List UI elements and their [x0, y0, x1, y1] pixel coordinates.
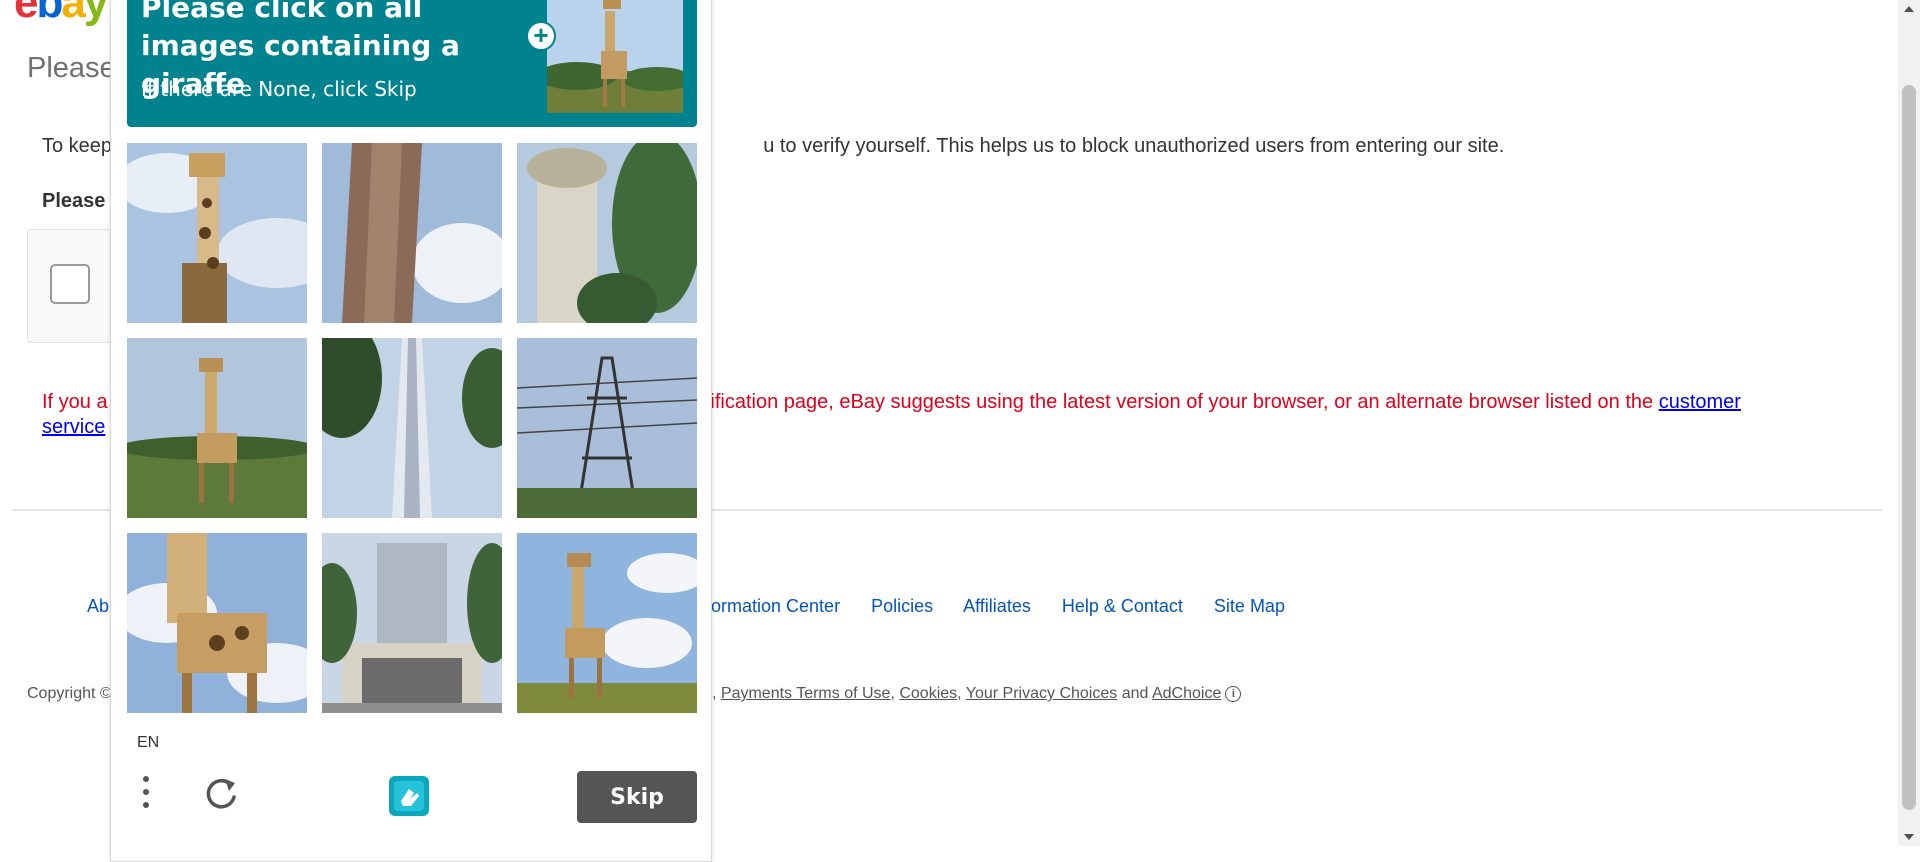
- payments-terms-link[interactable]: Payments Terms of Use: [721, 685, 891, 702]
- legal-comma: ,: [712, 685, 717, 702]
- challenge-subtext: If there are None, click Skip: [141, 77, 417, 101]
- ebay-logo[interactable]: ebay: [14, 0, 109, 28]
- adchoice-link[interactable]: AdChoice: [1152, 685, 1221, 702]
- image-tile[interactable]: [322, 533, 502, 713]
- verify-label: Please: [42, 190, 106, 212]
- image-tile[interactable]: [322, 143, 502, 323]
- image-tile[interactable]: [517, 338, 697, 518]
- image-tile[interactable]: [127, 338, 307, 518]
- scroll-thumb[interactable]: [1902, 85, 1916, 810]
- footer-link-sitemap[interactable]: Site Map: [1214, 596, 1285, 616]
- image-tile[interactable]: [127, 143, 307, 323]
- footer-link-info-center[interactable]: formation Center: [706, 596, 840, 616]
- image-tile[interactable]: [322, 338, 502, 518]
- customer-service-link-cont[interactable]: service: [42, 416, 105, 438]
- warning-text-right: erification page, eBay suggests using th…: [692, 391, 1659, 413]
- scroll-up-arrow-icon[interactable]: [1904, 6, 1914, 12]
- challenge-footer: Skip: [111, 771, 711, 851]
- logo-letter: a: [61, 0, 86, 27]
- intro-text-right: u to verify yourself. This helps us to b…: [763, 135, 1505, 157]
- copyright-text: Copyright ©: [27, 685, 112, 702]
- footer-link-policies[interactable]: Policies: [871, 596, 933, 616]
- legal-links: , Payments Terms of Use, Cookies, Your P…: [712, 685, 1242, 703]
- refresh-icon[interactable]: [201, 775, 241, 815]
- footer-link-affiliates[interactable]: Affiliates: [963, 596, 1031, 616]
- customer-service-link[interactable]: customer: [1659, 391, 1741, 413]
- image-tile[interactable]: [517, 533, 697, 713]
- page-title: Please: [27, 52, 116, 84]
- image-tile[interactable]: [127, 533, 307, 713]
- warning-text-left: If you a: [42, 391, 108, 413]
- captcha-checkbox[interactable]: [50, 264, 90, 304]
- image-tile[interactable]: [517, 143, 697, 323]
- footer-nav-right: formation Center Policies Affiliates Hel…: [706, 596, 1311, 617]
- logo-letter: y: [83, 0, 109, 27]
- legal-and: and: [1121, 685, 1149, 702]
- page-scrollbar[interactable]: [1898, 0, 1920, 846]
- logo-letter: e: [14, 0, 39, 27]
- plus-icon[interactable]: +: [526, 21, 556, 51]
- cookies-link[interactable]: Cookies: [899, 685, 957, 702]
- info-icon[interactable]: i: [1225, 685, 1242, 702]
- skip-button[interactable]: Skip: [577, 771, 697, 823]
- captcha-challenge-dialog: Please click on all images containing a …: [110, 0, 712, 862]
- footer-link-help[interactable]: Help & Contact: [1062, 596, 1183, 616]
- example-image[interactable]: [547, 0, 683, 113]
- footer-link-about[interactable]: Ab: [87, 596, 109, 616]
- privacy-choices-link[interactable]: Your Privacy Choices: [966, 685, 1117, 702]
- hcaptcha-logo-icon[interactable]: [384, 771, 434, 821]
- more-options-icon[interactable]: [141, 776, 151, 816]
- challenge-header: Please click on all images containing a …: [127, 0, 697, 127]
- language-selector[interactable]: EN: [137, 734, 159, 752]
- intro-text-left: To keep: [42, 135, 113, 157]
- scroll-down-arrow-icon[interactable]: [1904, 834, 1914, 840]
- logo-letter: b: [36, 0, 63, 27]
